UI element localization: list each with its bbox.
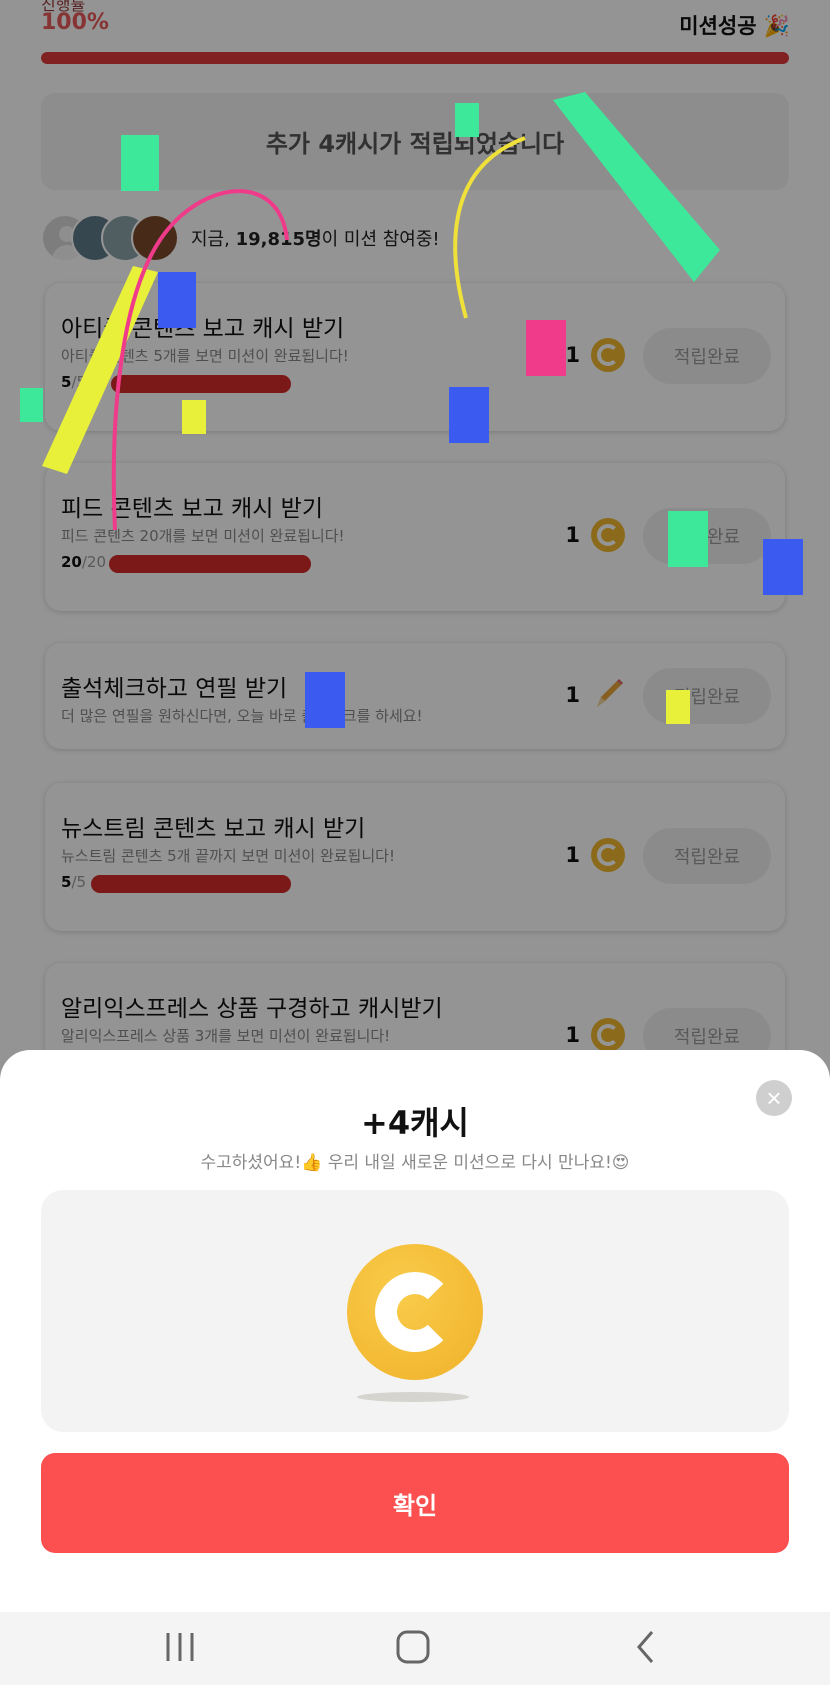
coin-illustration — [41, 1190, 789, 1432]
confirm-button[interactable]: 확인 — [41, 1453, 789, 1553]
modal-title: +4캐시 — [361, 1104, 469, 1142]
confetti-decoration — [20, 92, 803, 728]
modal-subtitle: 수고하셨어요!👍 우리 내일 새로운 미션으로 다시 만나요!😍 — [200, 1153, 630, 1173]
reward-modal: × +4캐시 수고하셨어요!👍 우리 내일 새로운 미션으로 다시 만나요!😍 … — [0, 1050, 830, 1612]
recent-apps-icon[interactable] — [150, 1622, 210, 1672]
system-nav-bar — [0, 1612, 830, 1685]
coin-shadow — [357, 1392, 469, 1402]
back-icon[interactable] — [616, 1622, 676, 1672]
coin-icon — [347, 1244, 483, 1380]
mission-page: 진행률 100% 미션성공 🎉 추가 4캐시가 적립되었습니다 지금, 19,8… — [0, 0, 830, 1685]
home-icon[interactable] — [383, 1622, 443, 1672]
